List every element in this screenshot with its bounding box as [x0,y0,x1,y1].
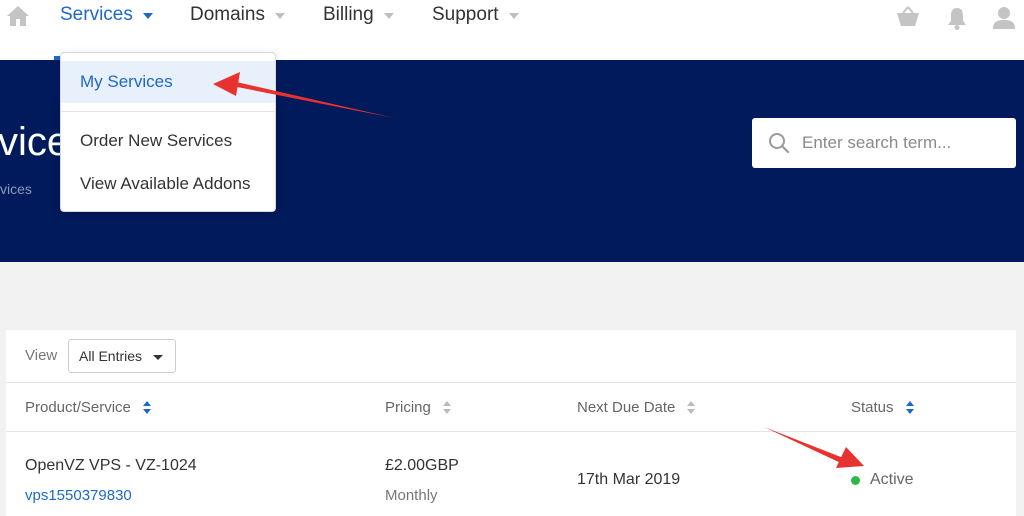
divider [6,382,1016,383]
nav-support-label: Support [432,4,499,25]
status-label: Active [870,471,914,488]
column-header-next-due-date[interactable]: Next Due Date [577,399,696,416]
column-header-product[interactable]: Product/Service [25,399,151,416]
nav-domains[interactable]: Domains [190,4,285,26]
column-header-due-label: Next Due Date [577,399,676,416]
services-dropdown-menu: My Services Order New Services View Avai… [60,52,276,212]
status-dot-icon [851,475,860,485]
nav-services-label: Services [60,4,133,25]
sort-icon [687,400,696,415]
sort-icon [142,400,151,415]
services-table-card: View All Entries Product/Service Pricing… [6,330,1016,516]
column-header-pricing[interactable]: Pricing [385,399,451,416]
sort-icon [905,400,914,415]
next-due-date: 17th Mar 2019 [577,471,681,488]
column-header-product-label: Product/Service [25,399,131,416]
search-icon [769,133,790,154]
nav-billing[interactable]: Billing [323,4,394,26]
service-price: £2.00GBP [385,457,459,474]
search-box[interactable] [752,118,1016,168]
column-header-status-label: Status [851,399,894,416]
nav-services[interactable]: Services [60,4,153,26]
service-domain-link[interactable]: vps1550379830 [25,487,132,504]
divider [6,431,1016,432]
search-input[interactable] [802,133,1002,153]
chevron-down-icon [153,355,163,360]
service-name: OpenVZ VPS - VZ-1024 [25,457,197,474]
nav-domains-label: Domains [190,4,265,25]
bell-icon[interactable] [946,6,968,30]
nav-billing-label: Billing [323,4,374,25]
top-navbar: Services Domains Billing Support [0,0,1024,60]
entries-filter-select[interactable]: All Entries [68,339,176,373]
sort-icon [442,400,451,415]
menu-item-order-new-services[interactable]: Order New Services [61,121,275,161]
user-icon[interactable] [992,6,1016,30]
view-label: View [25,347,58,364]
chevron-down-icon [383,13,394,19]
chevron-down-icon [142,13,153,19]
status-badge: Active [851,471,914,489]
home-icon[interactable] [6,5,30,27]
menu-divider [61,111,275,112]
cart-icon[interactable] [896,6,920,28]
page-title: vice [0,120,70,164]
column-header-pricing-label: Pricing [385,399,431,416]
entries-filter-value: All Entries [79,348,143,364]
breadcrumb: vices [0,181,32,197]
chevron-down-icon [508,13,519,19]
chevron-down-icon [274,13,285,19]
billing-cycle: Monthly [385,487,438,504]
column-header-status[interactable]: Status [851,399,914,416]
nav-support[interactable]: Support [432,4,519,26]
menu-item-view-available-addons[interactable]: View Available Addons [61,164,275,204]
menu-item-my-services[interactable]: My Services [61,61,275,103]
